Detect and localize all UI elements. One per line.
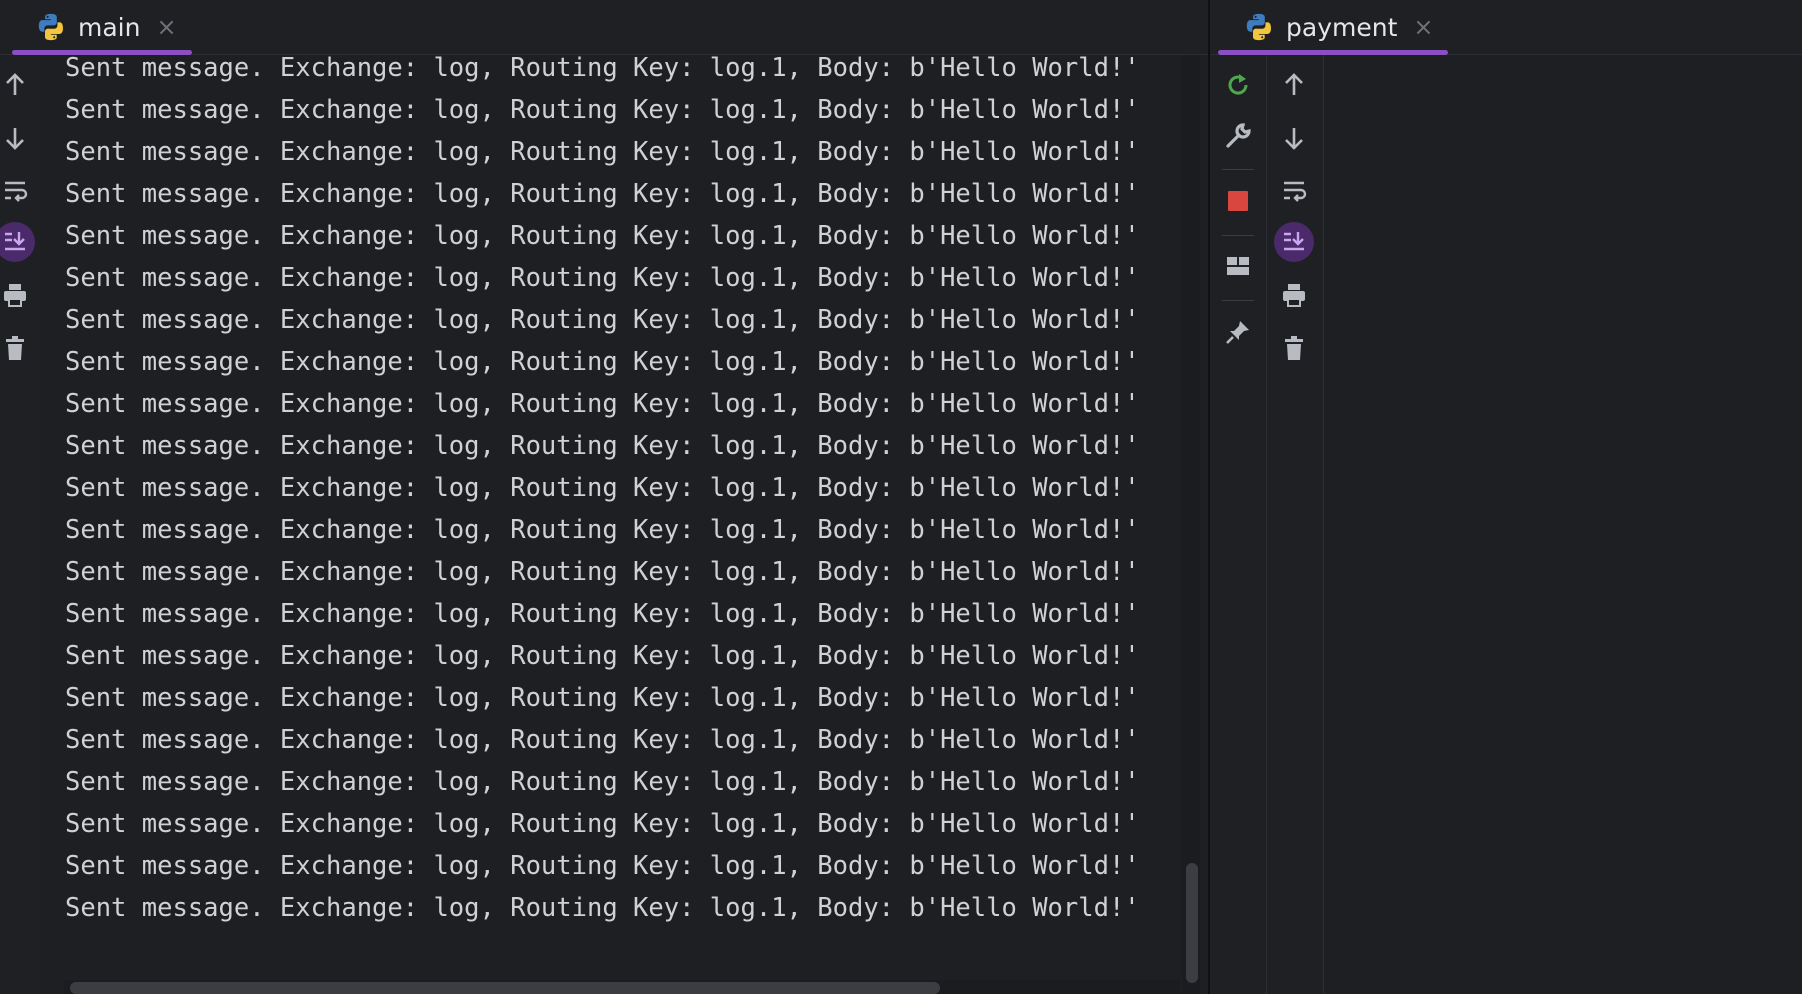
main-console-toolbar: [0, 55, 40, 994]
console-line: Sent message. Exchange: log, Routing Key…: [65, 725, 1140, 755]
tab-payment[interactable]: payment ×: [1244, 0, 1433, 54]
scroll-to-end-icon[interactable]: [1274, 222, 1314, 262]
payment-console-output[interactable]: [x] Received b'Hello World!'[x] Received…: [1324, 55, 1802, 994]
python-icon: [38, 13, 63, 41]
console-line: Sent message. Exchange: log, Routing Key…: [65, 179, 1140, 209]
console-line: Sent message. Exchange: log, Routing Key…: [65, 389, 1140, 419]
trash-icon[interactable]: [0, 328, 35, 368]
console-line: Sent message. Exchange: log, Routing Key…: [65, 305, 1140, 335]
console-line: Sent message. Exchange: log, Routing Key…: [65, 767, 1140, 797]
up-arrow-icon[interactable]: [1274, 65, 1314, 105]
python-icon: [1246, 13, 1271, 41]
down-arrow-icon[interactable]: [0, 118, 35, 158]
main-vertical-scroll-thumb[interactable]: [1186, 863, 1198, 983]
console-line: Sent message. Exchange: log, Routing Key…: [65, 95, 1140, 125]
tab-main[interactable]: main ×: [36, 0, 177, 54]
rerun-icon[interactable]: [1218, 65, 1258, 105]
toolbar-separator: [1222, 300, 1254, 301]
main-horizontal-scrollbar[interactable]: [64, 980, 1180, 994]
console-line: Sent message. Exchange: log, Routing Key…: [65, 893, 1140, 923]
payment-run-pane: payment ×: [1210, 0, 1802, 994]
stop-icon[interactable]: [1218, 181, 1258, 221]
print-icon[interactable]: [0, 275, 35, 315]
up-arrow-icon[interactable]: [0, 65, 35, 105]
print-icon[interactable]: [1274, 275, 1314, 315]
console-line: Sent message. Exchange: log, Routing Key…: [65, 431, 1140, 461]
console-line: Sent message. Exchange: log, Routing Key…: [65, 515, 1140, 545]
console-line: Sent message. Exchange: log, Routing Key…: [65, 851, 1140, 881]
console-line: Sent message. Exchange: log, Routing Key…: [65, 599, 1140, 629]
console-line: Sent message. Exchange: log, Routing Key…: [65, 641, 1140, 671]
layout-icon[interactable]: [1218, 246, 1258, 286]
tab-payment-label: payment: [1286, 12, 1398, 42]
main-horizontal-scroll-thumb[interactable]: [70, 982, 940, 994]
console-line: Sent message. Exchange: log, Routing Key…: [65, 683, 1140, 713]
console-line: Sent message. Exchange: log, Routing Key…: [65, 55, 1140, 83]
tab-main-label: main: [78, 12, 141, 42]
console-line: Sent message. Exchange: log, Routing Key…: [65, 557, 1140, 587]
console-line: Sent message. Exchange: log, Routing Key…: [65, 473, 1140, 503]
main-tab-bar: main ×: [0, 0, 1208, 55]
pin-icon[interactable]: [1218, 312, 1258, 352]
scroll-to-end-icon[interactable]: [0, 222, 35, 262]
payment-tab-bar: payment ×: [1210, 0, 1802, 55]
toolbar-separator: [1222, 169, 1254, 170]
soft-wrap-icon[interactable]: [0, 171, 35, 211]
down-arrow-icon[interactable]: [1274, 118, 1314, 158]
console-line: Sent message. Exchange: log, Routing Key…: [65, 221, 1140, 251]
console-line: Sent message. Exchange: log, Routing Key…: [65, 809, 1140, 839]
console-line: Sent message. Exchange: log, Routing Key…: [65, 263, 1140, 293]
soft-wrap-icon[interactable]: [1274, 171, 1314, 211]
payment-run-toolbar: [1210, 55, 1267, 994]
wrench-icon[interactable]: [1218, 116, 1258, 156]
main-console-output[interactable]: Sent message. Exchange: log, Routing Key…: [44, 55, 1180, 994]
main-vertical-scrollbar[interactable]: [1182, 55, 1200, 994]
toolbar-separator: [1222, 235, 1254, 236]
main-run-pane: main × Sent message. Exchange: log, Rout…: [0, 0, 1208, 994]
payment-console-toolbar: [1267, 55, 1324, 994]
console-line: Sent message. Exchange: log, Routing Key…: [65, 347, 1140, 377]
close-icon[interactable]: ×: [156, 13, 176, 41]
close-icon[interactable]: ×: [1413, 13, 1433, 41]
console-line: Sent message. Exchange: log, Routing Key…: [65, 137, 1140, 167]
trash-icon[interactable]: [1274, 328, 1314, 368]
